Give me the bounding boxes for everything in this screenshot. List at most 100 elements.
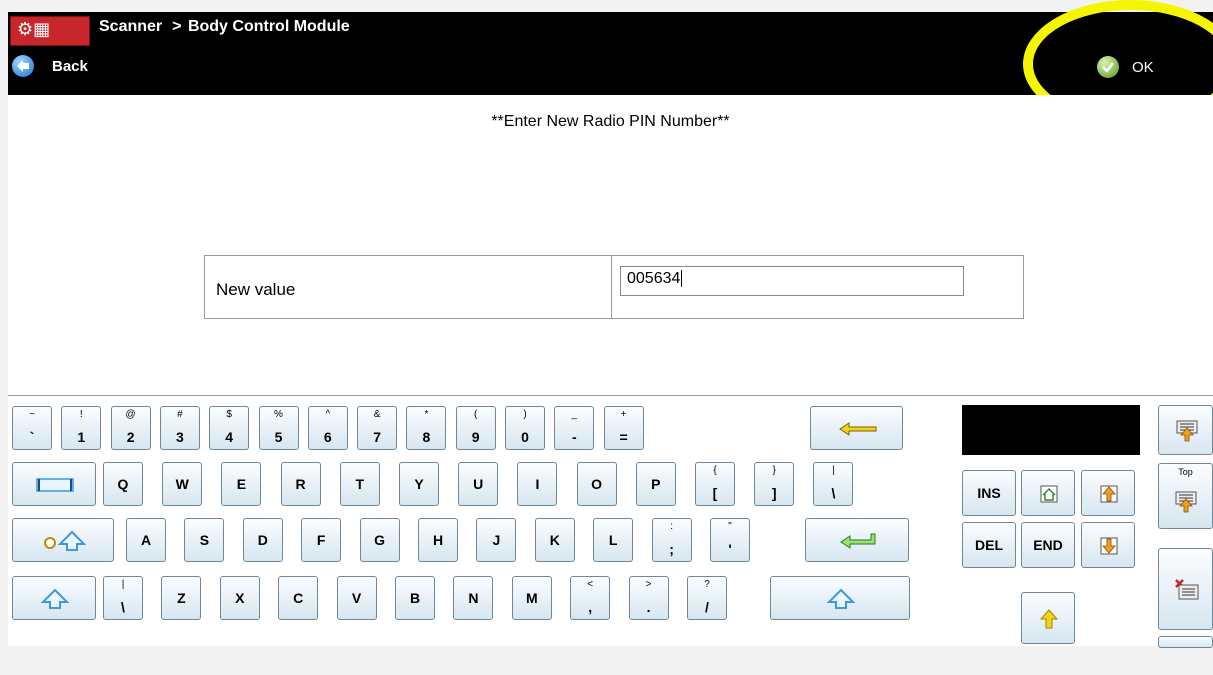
backspace-arrow-icon	[838, 422, 876, 436]
key-5[interactable]: % 5	[258, 406, 299, 450]
key-,[interactable]: <,	[570, 576, 611, 620]
key-label: E	[236, 476, 247, 492]
key-2[interactable]: @2	[110, 406, 151, 450]
key-shift-label: $	[226, 409, 232, 420]
key-H[interactable]: H	[418, 518, 458, 562]
key-7[interactable]: & 7	[357, 406, 398, 450]
key-label: END	[1033, 537, 1063, 553]
key-shift-label: ~	[29, 409, 35, 420]
left-shift-key[interactable]	[12, 576, 96, 620]
key-O[interactable]: O	[576, 462, 617, 506]
key-R[interactable]: R	[280, 462, 321, 506]
key-shift-label: }	[772, 465, 776, 476]
key-label: B	[409, 590, 421, 606]
key-][interactable]: }]	[754, 462, 795, 506]
arrow-up-key[interactable]	[1021, 592, 1075, 644]
tab-icon	[36, 478, 74, 492]
back-button[interactable]: Back	[52, 58, 88, 75]
enter-key[interactable]	[805, 518, 909, 562]
text-cursor	[681, 270, 683, 287]
close-keyboard-key[interactable]	[1158, 548, 1213, 630]
key-U[interactable]: U	[458, 462, 499, 506]
key-label: INS	[977, 485, 1001, 501]
key-8[interactable]: * 8	[406, 406, 447, 450]
key-S[interactable]: S	[184, 518, 225, 562]
key-A[interactable]: A	[126, 518, 166, 562]
key-=[interactable]: + =	[603, 406, 644, 450]
key-;[interactable]: :;	[651, 518, 692, 562]
keyboard-top-button[interactable]: Top	[1158, 463, 1213, 529]
key-3[interactable]: #3	[159, 406, 200, 450]
key-I[interactable]: I	[517, 462, 558, 506]
key-Z[interactable]: Z	[161, 576, 202, 620]
key-T[interactable]: T	[339, 462, 380, 506]
key-label: I	[535, 476, 540, 492]
key-label: G	[374, 532, 386, 548]
key-J[interactable]: J	[476, 518, 517, 562]
right-shift-key[interactable]	[770, 576, 910, 620]
key-label: H	[432, 532, 444, 548]
keyboard-extra-key[interactable]	[1158, 636, 1213, 648]
ok-button[interactable]: OK	[1132, 59, 1154, 76]
key-.[interactable]: >.	[628, 576, 669, 620]
key-\[interactable]: | \	[813, 462, 854, 506]
key-P[interactable]: P	[635, 462, 676, 506]
key-label: D	[257, 532, 268, 548]
key-G[interactable]: G	[359, 518, 400, 562]
key-0[interactable]: ) 0	[505, 406, 545, 450]
key-label: J	[492, 532, 501, 548]
key-label: R	[295, 476, 306, 492]
key-shift-label: >	[645, 579, 652, 590]
keyboard-top-key[interactable]	[1158, 405, 1213, 455]
key-B[interactable]: B	[395, 576, 435, 620]
key-Q[interactable]: Q	[103, 462, 143, 506]
page-up-key[interactable]	[1081, 470, 1135, 516]
key-[[interactable]: {[	[695, 462, 735, 506]
key-`[interactable]: ~ `	[12, 406, 52, 450]
checkmark-icon[interactable]	[1097, 56, 1119, 78]
key-shift-label: %	[274, 409, 283, 420]
tab-key[interactable]	[12, 462, 96, 506]
breadcrumb-separator: >	[172, 18, 182, 35]
key-label: V	[351, 590, 362, 606]
keyboard-display	[962, 405, 1140, 455]
key-label: .	[646, 599, 651, 615]
key-6[interactable]: ^ 6	[307, 406, 348, 450]
key-1[interactable]: ! 1	[61, 406, 102, 450]
key-shift-label: :	[670, 521, 673, 532]
key-V[interactable]: V	[336, 576, 377, 620]
key-shift-label: &	[373, 409, 381, 420]
key-C[interactable]: C	[278, 576, 319, 620]
key-shift-label: (	[474, 409, 478, 420]
key-/[interactable]: ? /	[687, 576, 727, 620]
home-key[interactable]	[1021, 470, 1075, 516]
back-arrow-icon[interactable]	[12, 55, 34, 77]
key-E[interactable]: E	[221, 462, 262, 506]
pin-input[interactable]: 005634	[620, 266, 964, 296]
key-label: 4	[225, 429, 234, 445]
key-'[interactable]: " '	[710, 518, 750, 562]
shift-icon	[41, 588, 69, 609]
key-F[interactable]: F	[301, 518, 342, 562]
page-down-key[interactable]	[1081, 522, 1135, 568]
key-L[interactable]: L	[593, 518, 634, 562]
end-key[interactable]: END	[1021, 522, 1075, 568]
value-table: New value 005634	[204, 255, 1024, 319]
insert-key[interactable]: INS	[962, 470, 1016, 516]
backspace-key[interactable]	[810, 406, 903, 450]
delete-key[interactable]: DEL	[962, 522, 1016, 568]
key-4[interactable]: $4	[209, 406, 250, 450]
caps-lock-key[interactable]	[12, 518, 114, 562]
key-W[interactable]: W	[162, 462, 203, 506]
key-M[interactable]: M	[511, 576, 552, 620]
key--[interactable]: _ -	[554, 406, 595, 450]
key-K[interactable]: K	[534, 518, 575, 562]
key-\[interactable]: | \	[103, 576, 143, 620]
key-Y[interactable]: Y	[399, 462, 439, 506]
key-X[interactable]: X	[219, 576, 260, 620]
key-9[interactable]: (9	[455, 406, 496, 450]
key-D[interactable]: D	[242, 518, 283, 562]
key-label: 9	[471, 429, 480, 445]
key-N[interactable]: N	[453, 576, 494, 620]
page-up-icon	[1100, 485, 1118, 503]
